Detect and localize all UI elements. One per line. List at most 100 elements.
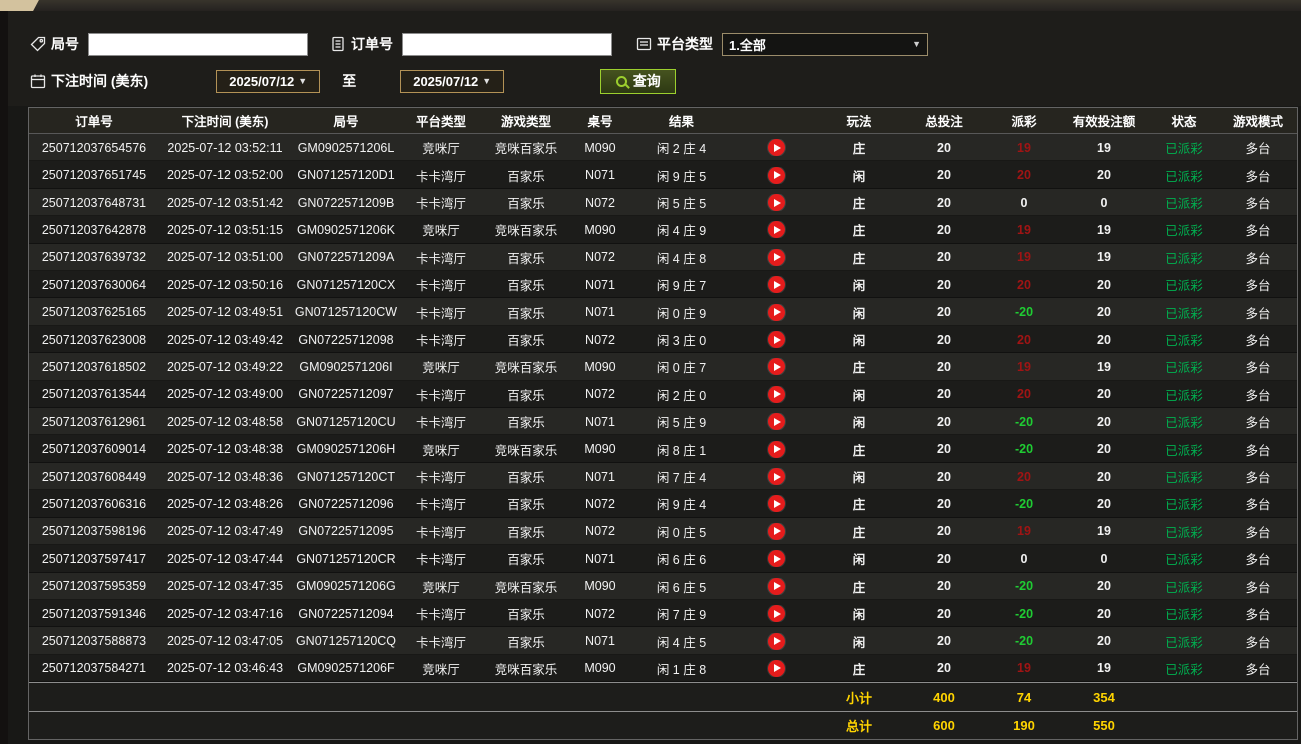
- play-icon: [774, 582, 781, 591]
- play-icon: [774, 308, 781, 317]
- play-video-button[interactable]: [768, 385, 785, 403]
- cell-bet: 20: [937, 469, 951, 484]
- cell-play: [734, 248, 819, 266]
- query-button[interactable]: 查询: [600, 68, 677, 94]
- play-video-button[interactable]: [768, 440, 785, 458]
- table-body: 250712037654576 2025-07-12 03:52:11 GM0902…: [29, 134, 1297, 683]
- cell-side: 庄: [852, 142, 866, 157]
- calendar-icon: [30, 73, 46, 89]
- play-video-button[interactable]: [768, 358, 785, 376]
- cell-status: 已派彩: [1165, 279, 1203, 294]
- cell-table: N072: [585, 250, 615, 265]
- play-video-button[interactable]: [768, 194, 785, 212]
- table-row: 250712037588873 2025-07-12 03:47:05 GN0712…: [29, 627, 1297, 655]
- play-video-button[interactable]: [768, 221, 785, 239]
- play-video-button[interactable]: [768, 303, 785, 321]
- cell-bet: 20: [937, 524, 951, 539]
- cell-table: N072: [585, 332, 615, 347]
- cell-order: 250712037608449: [41, 469, 147, 484]
- tag-icon: [30, 36, 46, 52]
- cell-status: 已派彩: [1165, 306, 1203, 321]
- cell-time: 2025-07-12 03:48:36: [166, 469, 284, 484]
- cell-order: 250712037630064: [41, 277, 147, 292]
- cell-bet: 20: [937, 442, 951, 457]
- play-video-button[interactable]: [768, 139, 785, 157]
- cell-side: 闲: [852, 279, 866, 294]
- play-video-button[interactable]: [768, 248, 785, 266]
- round-number-input[interactable]: [88, 32, 308, 56]
- cell-play: [734, 276, 819, 294]
- cell-platform: 竞咪厅: [422, 580, 460, 595]
- play-icon: [774, 609, 781, 618]
- platform-type-select[interactable]: 1.全部 ▼: [722, 32, 928, 56]
- cell-round: GM0902571206L: [297, 140, 395, 155]
- play-video-button[interactable]: [768, 577, 785, 595]
- order-number-input[interactable]: [402, 32, 612, 56]
- cell-mode: 多台: [1245, 443, 1271, 458]
- corner-decoration: [0, 0, 39, 11]
- column-header-payout: 派彩: [1011, 115, 1037, 129]
- play-icon: [774, 527, 781, 536]
- cell-valid: 20: [1097, 496, 1111, 511]
- cell-bet: 20: [937, 551, 951, 566]
- column-header-valid: 有效投注额: [1072, 115, 1136, 129]
- table-row: 250712037625165 2025-07-12 03:49:51 GN0712…: [29, 298, 1297, 326]
- cell-time: 2025-07-12 03:47:16: [166, 606, 284, 621]
- cell-game: 百家乐: [507, 471, 545, 486]
- cell-table: N072: [585, 387, 615, 402]
- play-video-button[interactable]: [768, 166, 785, 184]
- cell-platform: 卡卡湾厅: [415, 197, 466, 212]
- to-label: 至: [342, 73, 357, 89]
- play-video-button[interactable]: [768, 331, 785, 349]
- play-video-button[interactable]: [768, 550, 785, 568]
- cell-round: GN07225712096: [298, 496, 394, 511]
- cell-game: 竞咪百家乐: [494, 142, 558, 157]
- cell-platform: 卡卡湾厅: [415, 553, 466, 568]
- cell-result: 闲 4 庄 8: [656, 251, 707, 266]
- play-video-button[interactable]: [768, 632, 785, 650]
- chevron-down-icon: ▼: [298, 76, 308, 86]
- cell-valid: 0: [1100, 551, 1108, 566]
- play-video-button[interactable]: [768, 276, 785, 294]
- play-video-button[interactable]: [768, 468, 785, 486]
- cell-result: 闲 9 庄 7: [656, 279, 707, 294]
- play-video-button[interactable]: [768, 605, 785, 623]
- order-number-label: 订单号: [351, 36, 393, 52]
- cell-platform: 卡卡湾厅: [415, 388, 466, 403]
- play-icon: [774, 362, 781, 371]
- play-video-button[interactable]: [768, 522, 785, 540]
- cell-platform: 卡卡湾厅: [415, 251, 466, 266]
- play-video-button[interactable]: [768, 495, 785, 513]
- cell-result: 闲 1 庄 8: [656, 662, 707, 677]
- subtotal-label: 小计: [845, 690, 872, 706]
- cell-platform: 竞咪厅: [422, 361, 460, 376]
- table-row: 250712037591346 2025-07-12 03:47:16 GN0722…: [29, 599, 1297, 628]
- cell-mode: 多台: [1245, 279, 1271, 294]
- cell-valid: 20: [1097, 442, 1111, 457]
- cell-round: GM0902571206G: [296, 579, 396, 594]
- cell-platform: 卡卡湾厅: [415, 635, 466, 650]
- table-row: 250712037606316 2025-07-12 03:48:26 GN0722…: [29, 490, 1297, 518]
- cell-side: 庄: [852, 443, 866, 458]
- cell-side: 闲: [852, 471, 866, 486]
- cell-game: 百家乐: [507, 553, 545, 568]
- date-to-picker[interactable]: 2025/07/12 ▼: [400, 69, 505, 93]
- play-video-button[interactable]: [768, 413, 785, 431]
- cell-game: 百家乐: [507, 608, 545, 623]
- play-icon: [774, 143, 781, 152]
- cell-order: 250712037612961: [41, 414, 147, 429]
- cell-time: 2025-07-12 03:47:44: [166, 551, 284, 566]
- cell-order: 250712037648731: [41, 195, 147, 210]
- cell-valid: 20: [1097, 414, 1111, 429]
- cell-mode: 多台: [1245, 169, 1271, 184]
- cell-valid: 19: [1097, 661, 1111, 676]
- cell-table: M090: [584, 222, 616, 237]
- play-icon: [774, 335, 781, 344]
- cell-status: 已派彩: [1165, 580, 1203, 595]
- play-video-button[interactable]: [768, 659, 785, 677]
- column-header-order: 订单号: [75, 115, 113, 129]
- date-from-picker[interactable]: 2025/07/12 ▼: [216, 69, 321, 93]
- cell-game: 百家乐: [507, 416, 545, 431]
- cell-table: N071: [585, 469, 615, 484]
- cell-mode: 多台: [1245, 251, 1271, 266]
